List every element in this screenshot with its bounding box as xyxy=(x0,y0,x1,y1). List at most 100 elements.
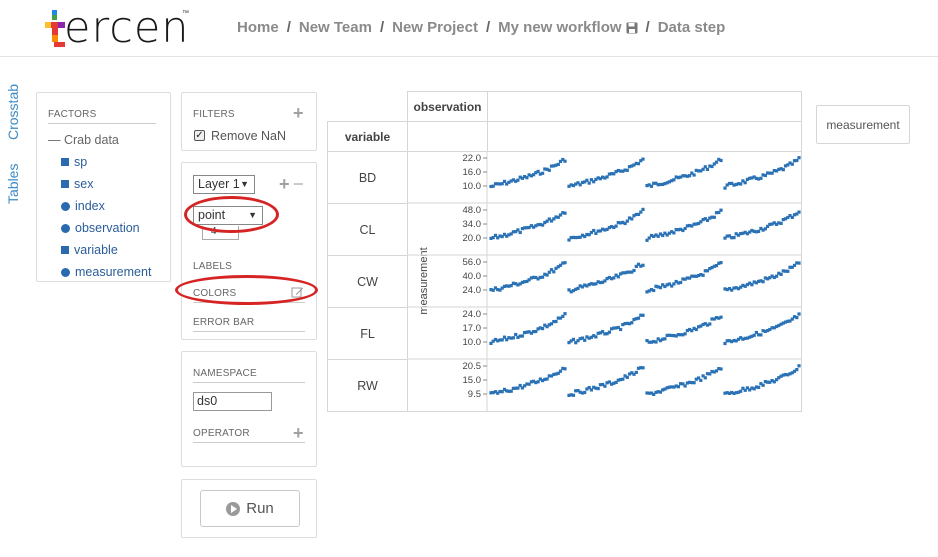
data-point xyxy=(652,288,656,293)
data-point xyxy=(797,364,801,368)
add-operator-icon[interactable]: + xyxy=(293,424,304,442)
row-label-bd[interactable]: BD xyxy=(327,151,408,204)
factor-square-icon xyxy=(61,180,69,188)
remove-layer-icon[interactable]: − xyxy=(293,175,304,193)
data-point xyxy=(658,286,663,290)
data-point xyxy=(672,231,676,235)
data-point xyxy=(759,176,763,180)
data-point xyxy=(583,390,587,395)
data-point xyxy=(625,219,629,223)
data-point xyxy=(630,321,634,325)
row-label-cl[interactable]: CL xyxy=(327,203,408,256)
data-point xyxy=(641,207,645,211)
data-point xyxy=(625,168,629,172)
top-header: ercen ™ Home / New Team / New Project / … xyxy=(0,0,938,57)
collapse-icon[interactable]: — xyxy=(48,133,64,147)
save-icon[interactable] xyxy=(626,22,638,34)
data-point xyxy=(719,315,723,319)
data-point xyxy=(594,335,598,339)
tab-tables[interactable]: Tables xyxy=(5,164,21,204)
factor-item-measurement[interactable]: measurement xyxy=(61,265,151,279)
y-tick-label: 24.0 xyxy=(463,285,482,296)
row-label-fl[interactable]: FL xyxy=(327,307,408,360)
namespace-input[interactable]: ds0 xyxy=(193,392,272,411)
data-point xyxy=(739,389,743,393)
row-label-cw[interactable]: CW xyxy=(327,255,408,308)
add-layer-icon[interactable]: + xyxy=(279,175,290,193)
breadcrumb-team[interactable]: New Team xyxy=(299,19,372,36)
run-button[interactable]: Run xyxy=(200,490,300,527)
factor-dot-icon xyxy=(61,201,70,211)
column-header-area[interactable] xyxy=(487,91,802,122)
y-tick-label: 24.0 xyxy=(463,309,482,320)
crosstab-grid: observation variable BD CL CW FL RW meas… xyxy=(327,91,802,412)
data-point xyxy=(630,217,634,221)
remove-nan-checkbox[interactable]: ✓ xyxy=(194,130,205,141)
data-point xyxy=(625,375,629,379)
data-point xyxy=(563,211,567,215)
breadcrumb-separator: / xyxy=(286,19,291,36)
factor-item-variable[interactable]: variable xyxy=(61,243,118,257)
factor-item-sex[interactable]: sex xyxy=(61,177,93,191)
labels-title[interactable]: LABELS xyxy=(193,261,232,272)
data-point xyxy=(552,270,556,274)
data-point xyxy=(525,176,529,180)
data-point xyxy=(636,162,641,166)
logo-text: ercen xyxy=(64,3,190,53)
data-point xyxy=(545,377,549,381)
namespace-title: NAMESPACE xyxy=(193,368,305,383)
data-point xyxy=(699,378,703,382)
namespace-panel: NAMESPACE ds0 OPERATOR + xyxy=(181,351,317,467)
layer-select[interactable]: Layer 1 ▼ xyxy=(193,175,255,194)
breadcrumb-home[interactable]: Home xyxy=(237,19,279,36)
data-point xyxy=(795,316,799,320)
breadcrumb-separator: / xyxy=(645,19,650,36)
data-point xyxy=(563,367,567,371)
factor-square-icon xyxy=(61,158,69,166)
column-factor-header[interactable]: observation xyxy=(407,91,488,122)
data-point xyxy=(509,389,513,393)
data-point xyxy=(541,275,545,279)
data-point xyxy=(641,313,645,317)
data-point xyxy=(679,280,683,285)
add-filter-icon[interactable]: + xyxy=(293,104,304,122)
row-label-rw[interactable]: RW xyxy=(327,359,408,412)
data-point xyxy=(739,182,743,186)
data-point xyxy=(708,322,712,326)
dataset-name: Crab data xyxy=(63,133,119,147)
data-point xyxy=(692,173,696,177)
breadcrumb-data-step[interactable]: Data step xyxy=(658,19,726,36)
data-point xyxy=(563,159,567,163)
y-tick-label: 9.5 xyxy=(468,389,481,400)
crosstab-plot[interactable]: measurement 22.0 16.0 10.0 48.0 34.0 20.0 56.0 4… xyxy=(407,151,802,412)
breadcrumb-project[interactable]: New Project xyxy=(392,19,478,36)
breadcrumb-workflow[interactable]: My new workflow xyxy=(498,19,621,36)
factor-square-icon xyxy=(61,246,69,254)
breadcrumb-separator: / xyxy=(379,19,385,36)
error-bar-title[interactable]: ERROR BAR xyxy=(193,317,305,332)
data-point xyxy=(757,385,761,389)
data-point xyxy=(676,385,680,389)
tercen-logo[interactable]: ercen ™ xyxy=(45,3,195,53)
data-point xyxy=(636,316,641,320)
row-factor-header[interactable]: variable xyxy=(327,121,408,152)
factor-item-index[interactable]: index xyxy=(61,199,105,213)
data-point xyxy=(556,162,560,166)
y-tick-label: 34.0 xyxy=(463,219,482,230)
y-tick-label: 16.0 xyxy=(463,167,482,178)
data-point xyxy=(797,312,801,316)
data-point xyxy=(719,261,723,265)
factor-dot-icon xyxy=(61,223,70,233)
data-point xyxy=(761,383,765,387)
factor-label: variable xyxy=(74,243,118,257)
factors-tree-root[interactable]: — Crab data xyxy=(48,133,119,147)
data-point xyxy=(520,334,524,338)
tab-crosstab[interactable]: Crosstab xyxy=(5,84,21,140)
measurement-y-axis-drop[interactable]: measurement xyxy=(816,105,910,144)
factor-item-sp[interactable]: sp xyxy=(61,155,87,169)
data-point xyxy=(743,181,747,185)
run-label: Run xyxy=(246,500,274,517)
y-axis-title: measurement xyxy=(418,247,430,314)
factor-item-observation[interactable]: observation xyxy=(61,221,140,235)
data-point xyxy=(641,263,645,267)
